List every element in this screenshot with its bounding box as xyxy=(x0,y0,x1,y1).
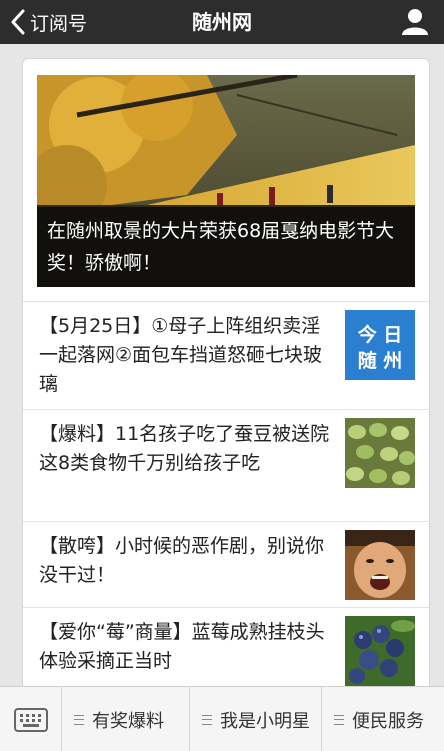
menu-button-services[interactable]: 便民服务 xyxy=(322,687,444,751)
keyboard-icon[interactable] xyxy=(0,687,62,751)
article-item-1[interactable]: 【5月25日】①母子上阵组织卖淫一起落网②面包车挡道怒砸七块玻璃 今 日 随 州 xyxy=(23,301,429,409)
article-item-2[interactable]: 【爆料】11名孩子吃了蚕豆被送院 这8类食物千万别给孩子吃 xyxy=(23,409,429,521)
blueberry-thumbnail xyxy=(345,616,415,686)
thumb-text-1: 今 日 xyxy=(357,323,403,346)
chevron-left-icon xyxy=(10,9,26,35)
today-suizhou-thumbnail: 今 日 随 州 xyxy=(345,310,415,380)
menu-label-tip-off: 有奖爆料 xyxy=(92,710,164,732)
bottom-menu-bar: 有奖爆料 我是小明星 便民服务 xyxy=(0,686,444,751)
article-title-4: 【爱你“莓”商量】蓝莓成熟挂枝头 体验采摘正当时 xyxy=(39,621,325,672)
menu-lines-icon xyxy=(74,714,84,725)
back-button[interactable]: 订阅号 xyxy=(10,0,87,44)
user-icon[interactable] xyxy=(400,6,430,36)
menu-button-little-star[interactable]: 我是小明星 xyxy=(190,687,322,751)
navigation-bar: 订阅号 随州网 xyxy=(0,0,444,44)
menu-lines-icon xyxy=(334,714,344,725)
thumb-text-2: 随 州 xyxy=(358,349,403,372)
back-label: 订阅号 xyxy=(30,12,88,35)
hero-article[interactable]: 在随州取景的大片荣获68届戛纳电影节大奖！骄傲啊！ xyxy=(37,75,415,287)
article-item-3[interactable]: 【散咵】小时候的恶作剧，别说你没干过！ xyxy=(23,521,429,607)
hero-caption: 在随州取景的大片荣获68届戛纳电影节大奖！骄傲啊！ xyxy=(37,207,415,287)
article-title-2: 【爆料】11名孩子吃了蚕豆被送院 这8类食物千万别给孩子吃 xyxy=(39,423,330,474)
menu-label-services: 便民服务 xyxy=(352,710,424,732)
message-card: 在随州取景的大片荣获68届戛纳电影节大奖！骄傲啊！ 【5月25日】①母子上阵组织… xyxy=(22,58,430,718)
article-title-3: 【散咵】小时候的恶作剧，别说你没干过！ xyxy=(39,535,325,586)
article-title-1: 【5月25日】①母子上阵组织卖淫一起落网②面包车挡道怒砸七块玻璃 xyxy=(39,315,323,395)
broad-bean-thumbnail xyxy=(345,418,415,488)
funny-face-thumbnail xyxy=(345,530,415,600)
menu-button-tip-off[interactable]: 有奖爆料 xyxy=(62,687,190,751)
menu-lines-icon xyxy=(202,714,212,725)
menu-label-little-star: 我是小明星 xyxy=(220,710,310,732)
